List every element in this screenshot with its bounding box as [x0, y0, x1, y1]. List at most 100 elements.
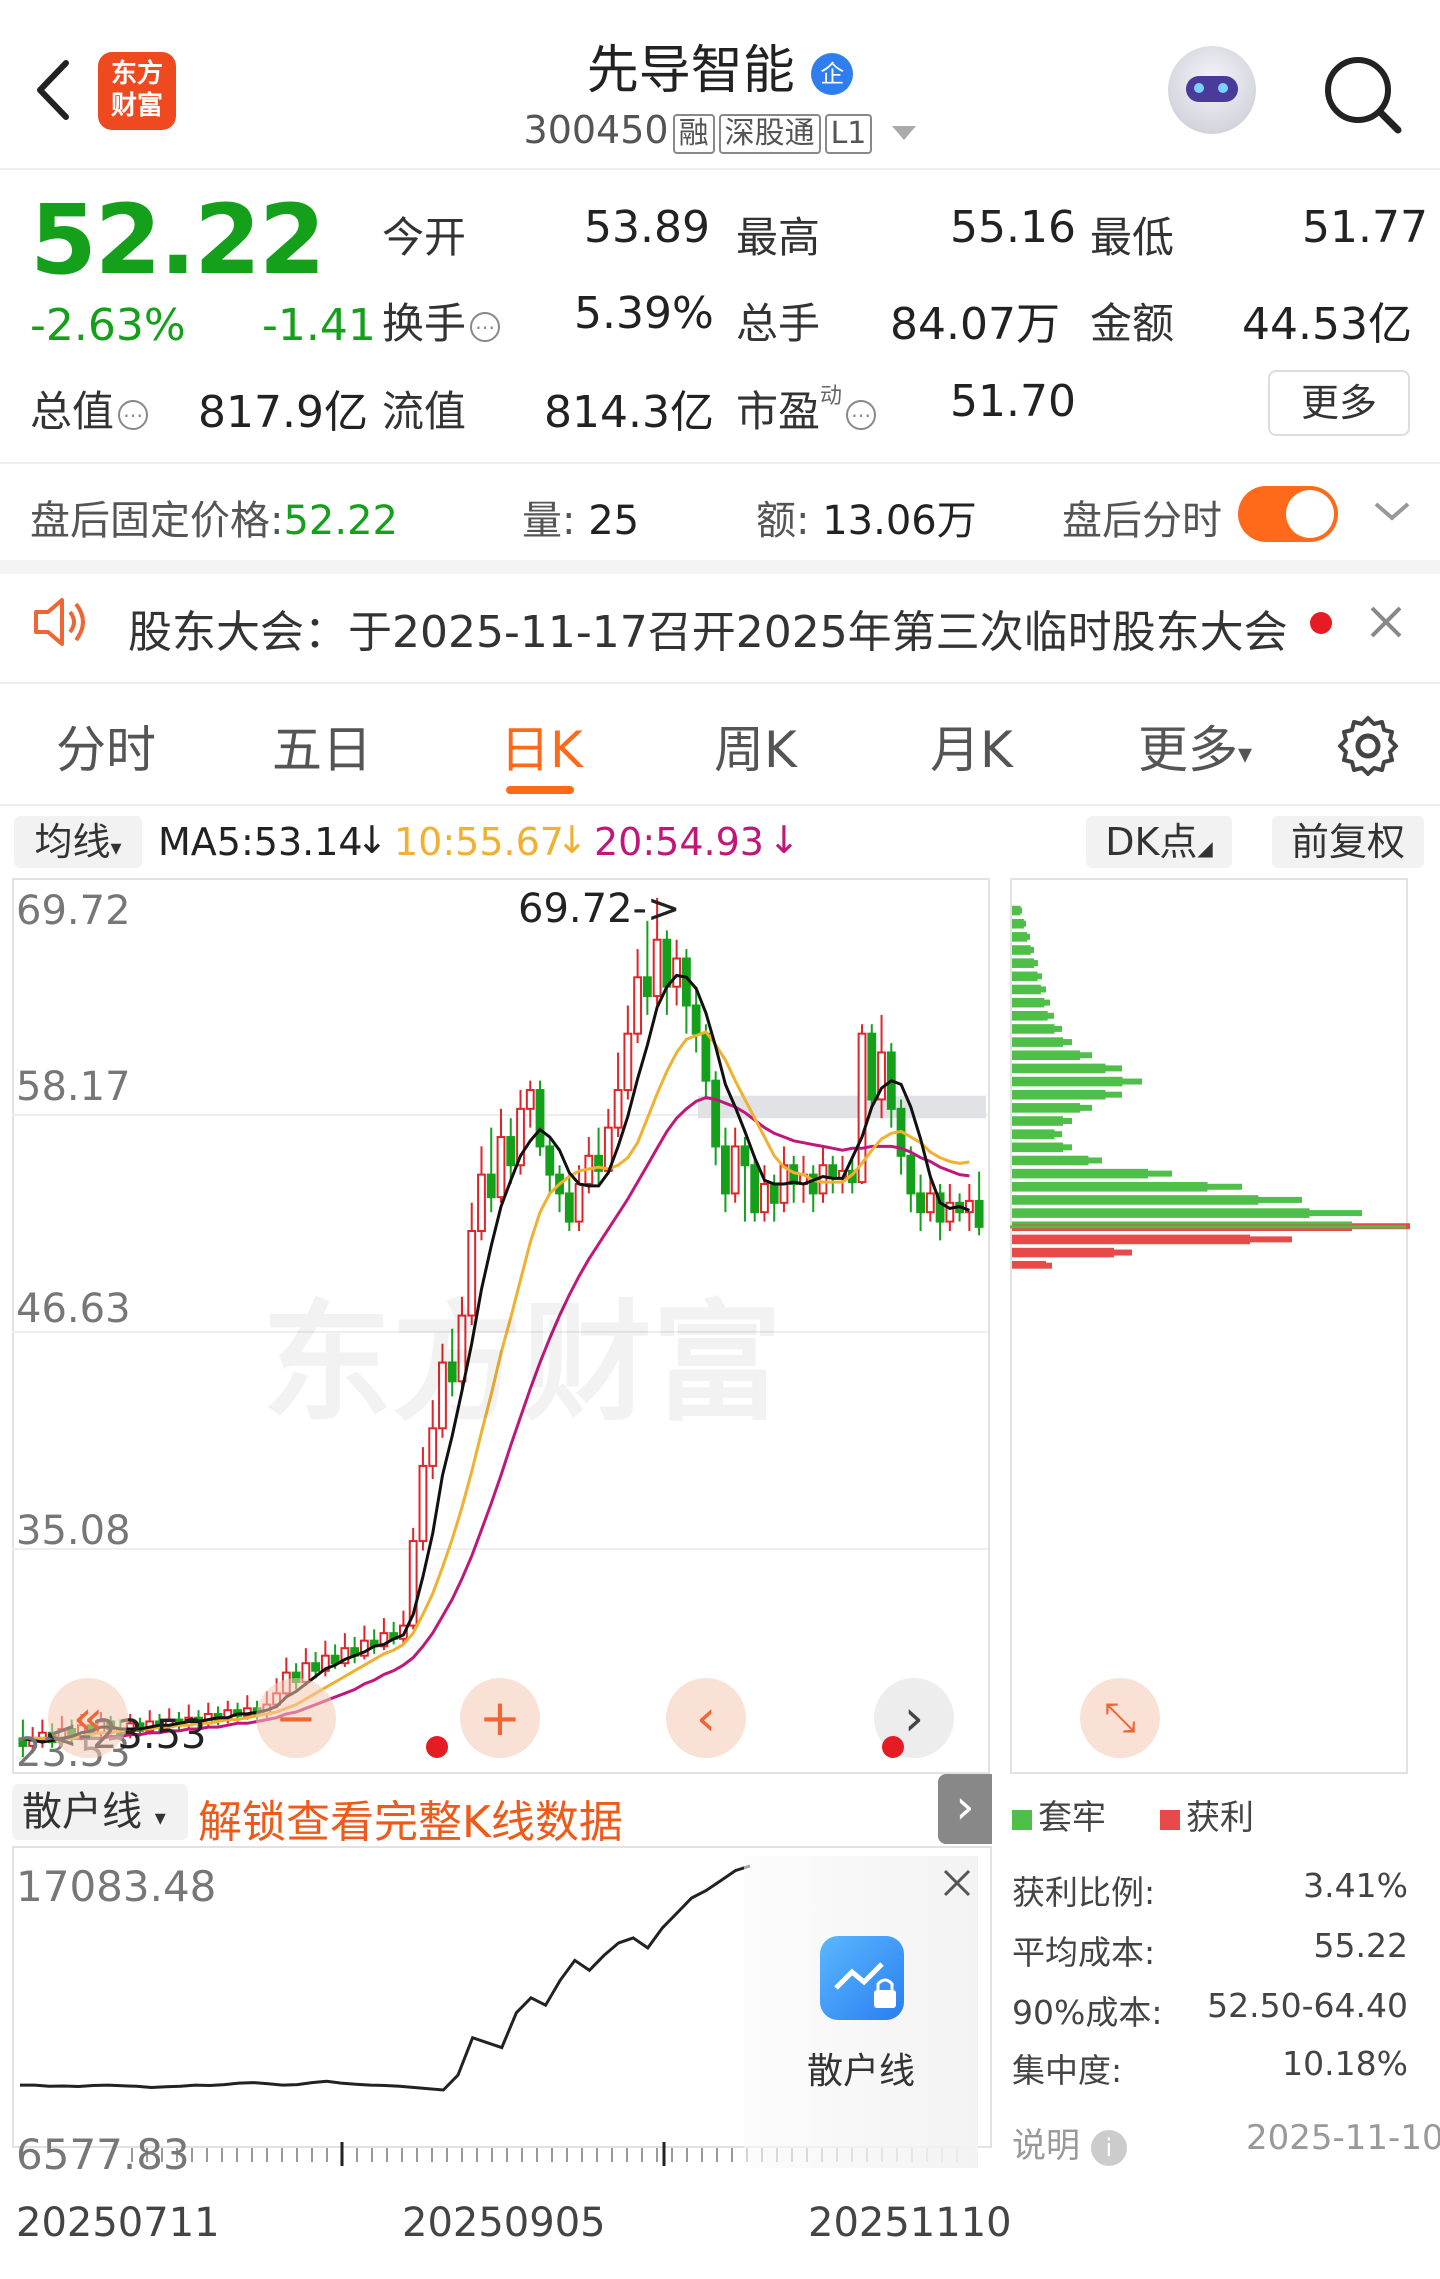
scroll-left-button[interactable]: ‹ [666, 1678, 746, 1758]
chip-bar [1012, 978, 1038, 982]
tab-more-label: 更多 [1138, 721, 1238, 779]
chip-bar [1012, 1116, 1063, 1120]
after-hours-amount: 额: 13.06万 [756, 488, 977, 546]
retail-locked-overlay[interactable]: 散户线 [744, 1856, 978, 2168]
info-icon[interactable]: ⋯ [470, 311, 501, 342]
tab-daily-k[interactable]: 日K [500, 710, 583, 782]
more-button[interactable]: 更多 [1268, 370, 1410, 436]
chip-bar [1012, 932, 1028, 936]
candle-body [760, 1183, 769, 1214]
tab-five-day[interactable]: 五日 [272, 710, 372, 782]
chip-note-link[interactable]: 说明 i [1012, 2118, 1127, 2167]
pe-label-text: 市盈 [736, 387, 821, 436]
mktcap-value: 817.9亿 [198, 387, 368, 438]
float-label: 流值 [382, 387, 467, 436]
gear-icon[interactable] [1336, 714, 1400, 778]
chip-bar [1012, 1228, 1352, 1232]
candle-body [867, 1032, 877, 1101]
chip-distribution-chart [1010, 878, 1410, 1774]
ma20-arrow: ↓ [768, 818, 800, 862]
date-label: 20250711 [16, 2200, 220, 2246]
zoom-out-button[interactable]: − [256, 1678, 336, 1758]
tab-active-indicator [506, 786, 574, 794]
mktcap-label: 总值 ⋯ [30, 378, 149, 439]
chip-stat-90-cost: 90%成本: 52.50-64.40 [1012, 1986, 1408, 2034]
after-hours-volume-value: 25 [588, 498, 640, 544]
candle-body [486, 1173, 496, 1199]
unlock-kline-link[interactable]: 解锁查看完整K线数据 [198, 1786, 623, 1850]
candle-body [652, 938, 662, 998]
tag-level: L1 [824, 114, 873, 154]
after-hours-toggle[interactable] [1238, 486, 1338, 542]
sub-indicator-selector[interactable]: 散户线 ▾ [12, 1784, 188, 1840]
chip-bar [1012, 1142, 1063, 1146]
retail-overlay-label: 散户线 [806, 2051, 915, 2092]
chip-bar [1012, 1188, 1208, 1192]
turnover-label: 换手 ⋯ [382, 290, 501, 351]
open-label: 今开 [382, 213, 467, 262]
mktcap-label-text: 总值 [30, 387, 115, 436]
chip-bar [1012, 1234, 1250, 1238]
candle-body [525, 1089, 535, 1110]
dropdown-icon[interactable] [892, 125, 917, 140]
chip-bar [1012, 938, 1028, 942]
chip-bar [1012, 1037, 1063, 1041]
rewind-button[interactable]: « [48, 1678, 128, 1758]
chip-bar [1012, 1201, 1259, 1205]
expand-arrow-button[interactable]: › [938, 1774, 992, 1844]
zoom-in-button[interactable]: + [460, 1678, 540, 1758]
change-amount: -1.41 [262, 300, 376, 351]
info-icon[interactable]: ⋯ [118, 399, 149, 430]
ma5-arrow: ↓ [356, 818, 388, 862]
candle-body [974, 1199, 984, 1228]
close-icon[interactable] [1368, 604, 1404, 640]
chip-bar [1012, 1221, 1352, 1225]
candle-body [662, 938, 672, 988]
chip-bar [1012, 1024, 1055, 1028]
chip-bar [1012, 1050, 1080, 1054]
candle-body [818, 1164, 828, 1195]
ma-selector[interactable]: 均线▾ [14, 816, 142, 868]
marker-dot [426, 1736, 448, 1758]
after-hours-price-value: 52.22 [283, 498, 398, 544]
pe-value: 51.70 [950, 376, 1076, 427]
dk-point-button[interactable]: DK点◢ [1086, 816, 1232, 868]
tab-weekly-k[interactable]: 周K [714, 710, 797, 782]
notice-text[interactable]: 股东大会：于2025-11-17召开2025年第三次临时股东大会 [128, 596, 1288, 660]
kline-watermark: 东方财富 [262, 1287, 783, 1439]
chip-bar [1012, 1175, 1148, 1179]
ai-assistant-avatar[interactable] [1168, 46, 1256, 134]
tab-more[interactable]: 更多▾ [1138, 710, 1252, 782]
chip-date: 2025-11-10 [1246, 2118, 1440, 2158]
chip-stat-profit-ratio: 获利比例: 3.41% [1012, 1866, 1408, 1914]
tab-monthly-k[interactable]: 月K [930, 710, 1013, 782]
search-icon[interactable] [1318, 50, 1408, 140]
chip-bar [1012, 1247, 1114, 1251]
chip-bar [1012, 1070, 1106, 1074]
chip-bar [1012, 1129, 1055, 1133]
chip-bar [1012, 1083, 1123, 1087]
info-icon: i [1090, 2129, 1127, 2166]
stock-name-text: 先导智能 [586, 41, 795, 101]
close-icon[interactable] [942, 1868, 972, 1898]
chip-stat-value: 10.18% [1282, 2044, 1408, 2083]
ma10-arrow: ↓ [556, 818, 588, 862]
candle-body [418, 1464, 428, 1543]
stock-code: 300450 [523, 108, 669, 152]
chip-bar [1012, 1208, 1310, 1212]
float-value: 814.3亿 [544, 387, 714, 438]
chip-bar [1012, 1214, 1310, 1218]
chip-stat-label: 平均成本: [1012, 1933, 1156, 1972]
tag-margin: 融 [672, 114, 715, 154]
chevron-down-icon[interactable] [1372, 496, 1412, 526]
chip-bar [1012, 997, 1045, 1001]
candle-body [642, 976, 652, 998]
candle-body [506, 1136, 516, 1167]
fullscreen-button[interactable]: ⤡ [1080, 1678, 1160, 1758]
info-icon[interactable]: ⋯ [846, 399, 877, 430]
adjust-button[interactable]: 前复权 [1272, 816, 1424, 868]
change-percent: -2.63% [30, 300, 186, 351]
candle-body [535, 1089, 545, 1148]
chip-bar [1012, 1135, 1055, 1139]
tab-intraday[interactable]: 分时 [56, 710, 156, 782]
